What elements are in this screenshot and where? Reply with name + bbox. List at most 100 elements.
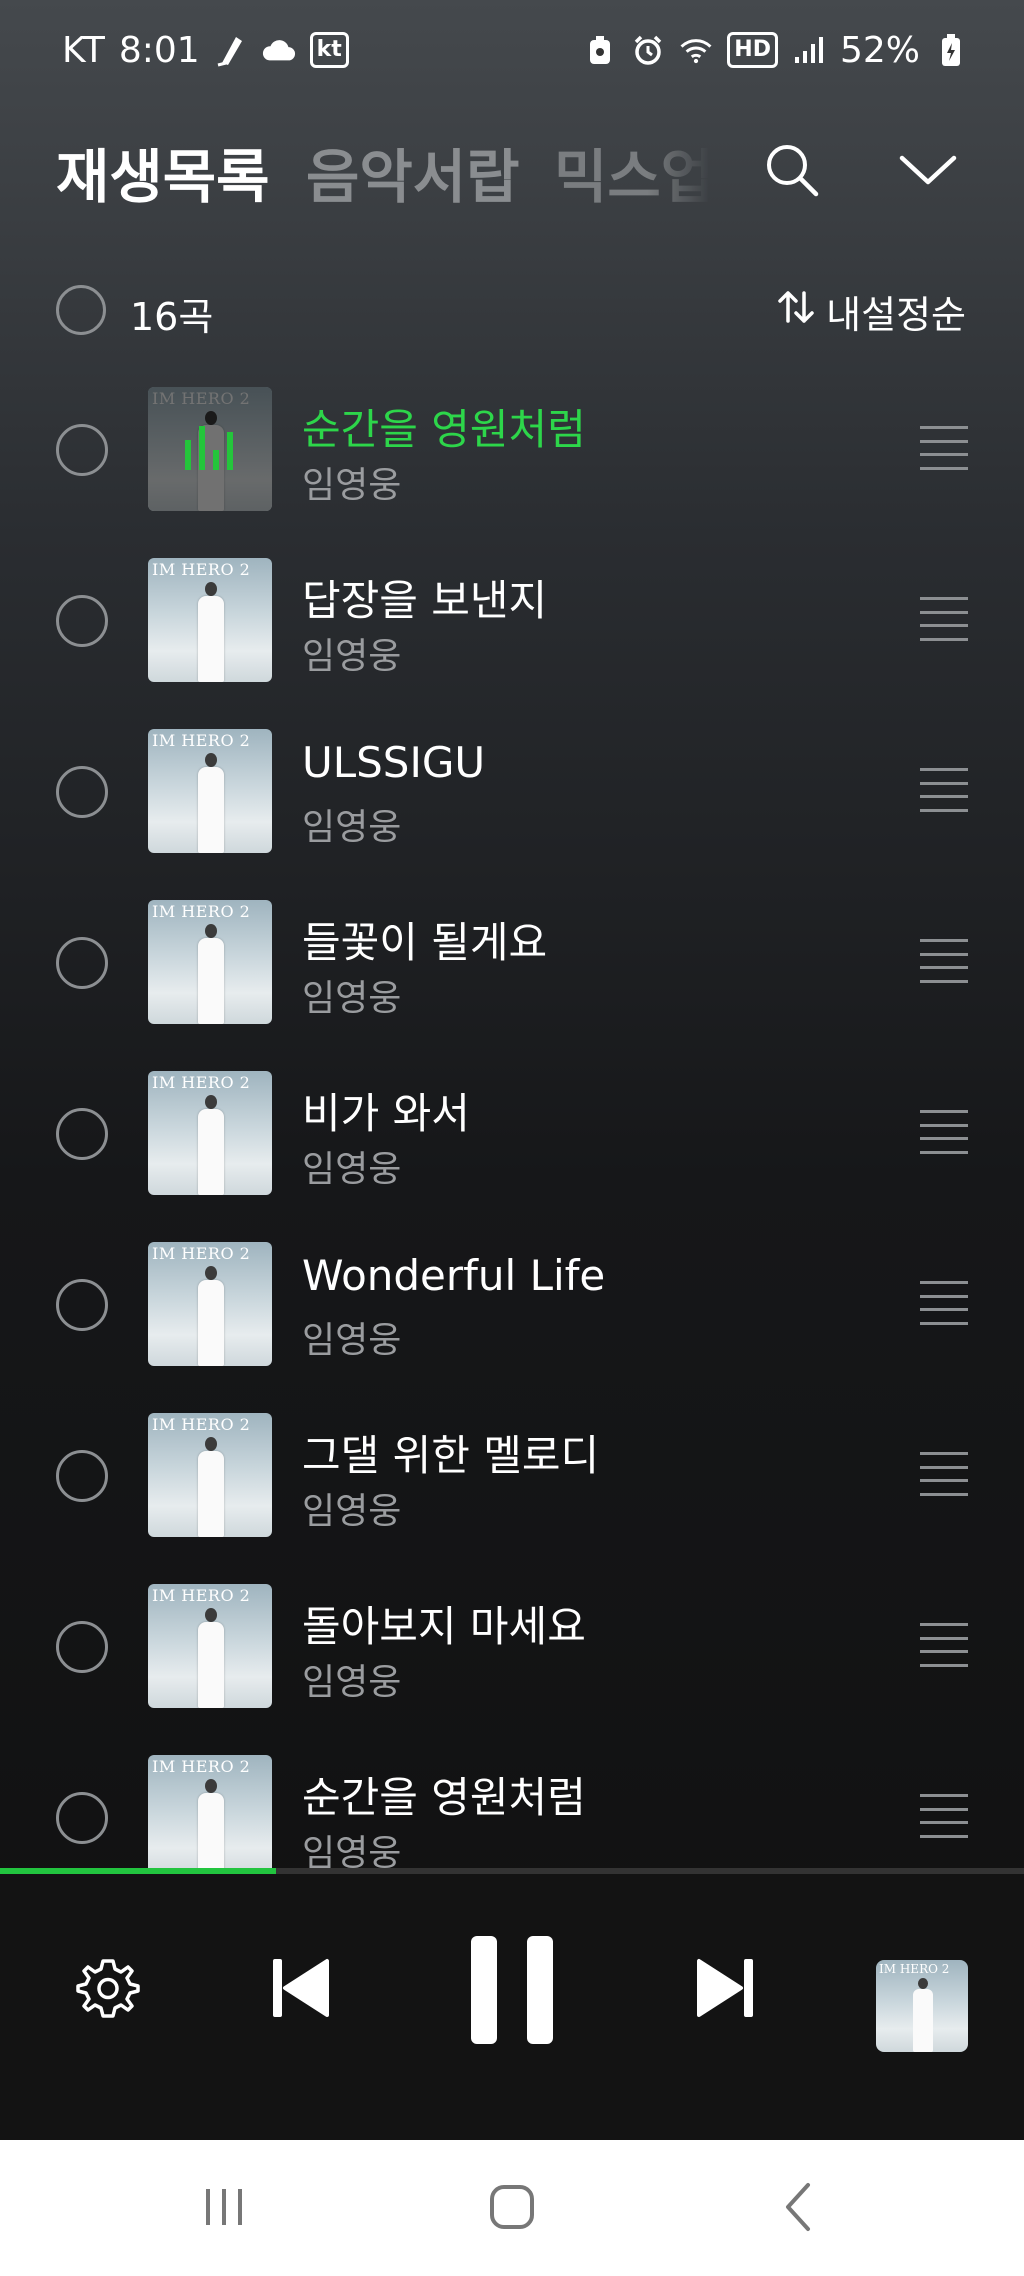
back-icon bbox=[778, 2181, 818, 2237]
drag-handle-icon[interactable] bbox=[920, 768, 968, 812]
drag-handle-icon[interactable] bbox=[920, 1794, 968, 1838]
gear-icon bbox=[75, 1955, 141, 2025]
cloud-icon bbox=[262, 33, 296, 67]
lock-battery-icon bbox=[583, 33, 617, 67]
album-art-title: IM HERO 2 bbox=[152, 1244, 251, 1263]
track-row[interactable]: IM HERO 2 답장을 보낸지 임영웅 bbox=[0, 535, 1024, 706]
wifi-icon bbox=[679, 33, 713, 67]
album-art: IM HERO 2 bbox=[148, 900, 272, 1024]
track-checkbox[interactable] bbox=[56, 1108, 108, 1160]
drag-handle-icon[interactable] bbox=[920, 1281, 968, 1325]
track-artist: 임영웅 bbox=[302, 978, 402, 1019]
track-row[interactable]: IM HERO 2 Wonderful Life 임영웅 bbox=[0, 1219, 1024, 1390]
track-title: 돌아보지 마세요 bbox=[302, 1602, 586, 1651]
album-art-title: IM HERO 2 bbox=[152, 1757, 251, 1776]
track-artist: 임영웅 bbox=[302, 1491, 402, 1532]
list-toolbar: 16곡 내설정순 bbox=[0, 270, 1024, 350]
track-checkbox[interactable] bbox=[56, 937, 108, 989]
track-artist: 임영웅 bbox=[302, 1833, 402, 1870]
pause-button[interactable] bbox=[458, 1936, 566, 2048]
tab-playlist[interactable]: 재생목록 bbox=[56, 130, 269, 214]
recent-apps-icon bbox=[200, 2183, 248, 2235]
track-artist: 임영웅 bbox=[302, 465, 402, 506]
track-artist: 임영웅 bbox=[302, 1320, 402, 1361]
player-screen: KT 8:01 kt HD 52% 재생목록 음악서랍 믹스업 16곡 내설정순… bbox=[0, 0, 1024, 2140]
previous-button[interactable] bbox=[262, 1952, 338, 2028]
album-art: IM HERO 2 bbox=[148, 1071, 272, 1195]
track-artist: 임영웅 bbox=[302, 1662, 402, 1703]
alarm-icon bbox=[631, 33, 665, 67]
track-row[interactable]: IM HERO 2 순간을 영원처럼 임영웅 bbox=[0, 1732, 1024, 1870]
now-playing-album-art[interactable]: IM HERO 2 bbox=[876, 1960, 968, 2052]
album-art-title: IM HERO 2 bbox=[152, 902, 251, 921]
album-art-title: IM HERO 2 bbox=[152, 731, 251, 750]
album-art-title: IM HERO 2 bbox=[879, 1962, 950, 1976]
track-row[interactable]: IM HERO 2 순간을 영원처럼 임영웅 bbox=[0, 364, 1024, 535]
status-bar: KT 8:01 kt HD 52% bbox=[0, 0, 1024, 100]
album-art: IM HERO 2 bbox=[148, 1755, 272, 1870]
album-art: IM HERO 2 bbox=[148, 729, 272, 853]
track-title: 순간을 영원처럼 bbox=[302, 1773, 586, 1822]
track-checkbox[interactable] bbox=[56, 1792, 108, 1844]
recent-apps-button[interactable] bbox=[184, 2174, 264, 2244]
carrier-badge: kt bbox=[309, 32, 349, 68]
album-art-title: IM HERO 2 bbox=[152, 1586, 251, 1605]
tab-mixup[interactable]: 믹스업 bbox=[554, 130, 710, 214]
back-button[interactable] bbox=[758, 2174, 838, 2244]
album-art-title: IM HERO 2 bbox=[152, 560, 251, 579]
collapse-button[interactable] bbox=[890, 134, 966, 210]
sort-button[interactable]: 내설정순 bbox=[776, 284, 966, 339]
skip-next-icon bbox=[695, 1955, 757, 2025]
track-artist: 임영웅 bbox=[302, 636, 402, 677]
album-art: IM HERO 2 bbox=[148, 558, 272, 682]
tab-music-drawer[interactable]: 음악서랍 bbox=[306, 130, 519, 214]
album-art-title: IM HERO 2 bbox=[152, 1415, 251, 1434]
settings-button[interactable] bbox=[72, 1954, 144, 2026]
track-checkbox[interactable] bbox=[56, 1279, 108, 1331]
select-all-checkbox[interactable] bbox=[56, 285, 106, 335]
clock: 8:01 bbox=[118, 29, 200, 71]
track-list[interactable]: IM HERO 2 순간을 영원처럼 임영웅 IM HERO 2 답장을 보낸지… bbox=[0, 364, 1024, 1870]
track-count: 16곡 bbox=[130, 295, 214, 339]
album-art: IM HERO 2 bbox=[148, 1413, 272, 1537]
pen-icon bbox=[214, 33, 248, 67]
system-nav-bar bbox=[0, 2140, 1024, 2276]
signal-icon bbox=[792, 33, 826, 67]
header: 재생목록 음악서랍 믹스업 bbox=[0, 120, 1024, 220]
drag-handle-icon[interactable] bbox=[920, 426, 968, 470]
track-checkbox[interactable] bbox=[56, 766, 108, 818]
track-title: 비가 와서 bbox=[302, 1089, 470, 1138]
equalizer-icon bbox=[185, 424, 237, 470]
drag-handle-icon[interactable] bbox=[920, 1623, 968, 1667]
drag-handle-icon[interactable] bbox=[920, 939, 968, 983]
track-checkbox[interactable] bbox=[56, 595, 108, 647]
track-row[interactable]: IM HERO 2 들꽃이 될게요 임영웅 bbox=[0, 877, 1024, 1048]
track-row[interactable]: IM HERO 2 비가 와서 임영웅 bbox=[0, 1048, 1024, 1219]
track-checkbox[interactable] bbox=[56, 1450, 108, 1502]
status-right: HD 52% bbox=[583, 30, 968, 71]
track-title: 답장을 보낸지 bbox=[302, 576, 548, 625]
battery-percent: 52% bbox=[839, 29, 920, 71]
pause-icon bbox=[467, 1934, 557, 2050]
next-button[interactable] bbox=[688, 1952, 764, 2028]
album-art-title: IM HERO 2 bbox=[152, 1073, 251, 1092]
track-title: Wonderful Life bbox=[302, 1251, 606, 1300]
drag-handle-icon[interactable] bbox=[920, 1452, 968, 1496]
album-art: IM HERO 2 bbox=[148, 1584, 272, 1708]
track-row[interactable]: IM HERO 2 그댈 위한 멜로디 임영웅 bbox=[0, 1390, 1024, 1561]
track-checkbox[interactable] bbox=[56, 424, 108, 476]
status-left: KT 8:01 kt bbox=[62, 30, 349, 71]
chevron-down-icon bbox=[898, 152, 958, 192]
home-button[interactable] bbox=[472, 2174, 552, 2244]
drag-handle-icon[interactable] bbox=[920, 597, 968, 641]
drag-handle-icon[interactable] bbox=[920, 1110, 968, 1154]
track-row[interactable]: IM HERO 2 돌아보지 마세요 임영웅 bbox=[0, 1561, 1024, 1732]
carrier-label: KT bbox=[62, 29, 105, 71]
track-row[interactable]: IM HERO 2 ULSSIGU 임영웅 bbox=[0, 706, 1024, 877]
track-checkbox[interactable] bbox=[56, 1621, 108, 1673]
player-controls: IM HERO 2 bbox=[0, 1874, 1024, 2140]
search-button[interactable] bbox=[754, 134, 830, 210]
track-artist: 임영웅 bbox=[302, 1149, 402, 1190]
track-title: ULSSIGU bbox=[302, 738, 486, 787]
sort-label: 내설정순 bbox=[826, 293, 966, 337]
